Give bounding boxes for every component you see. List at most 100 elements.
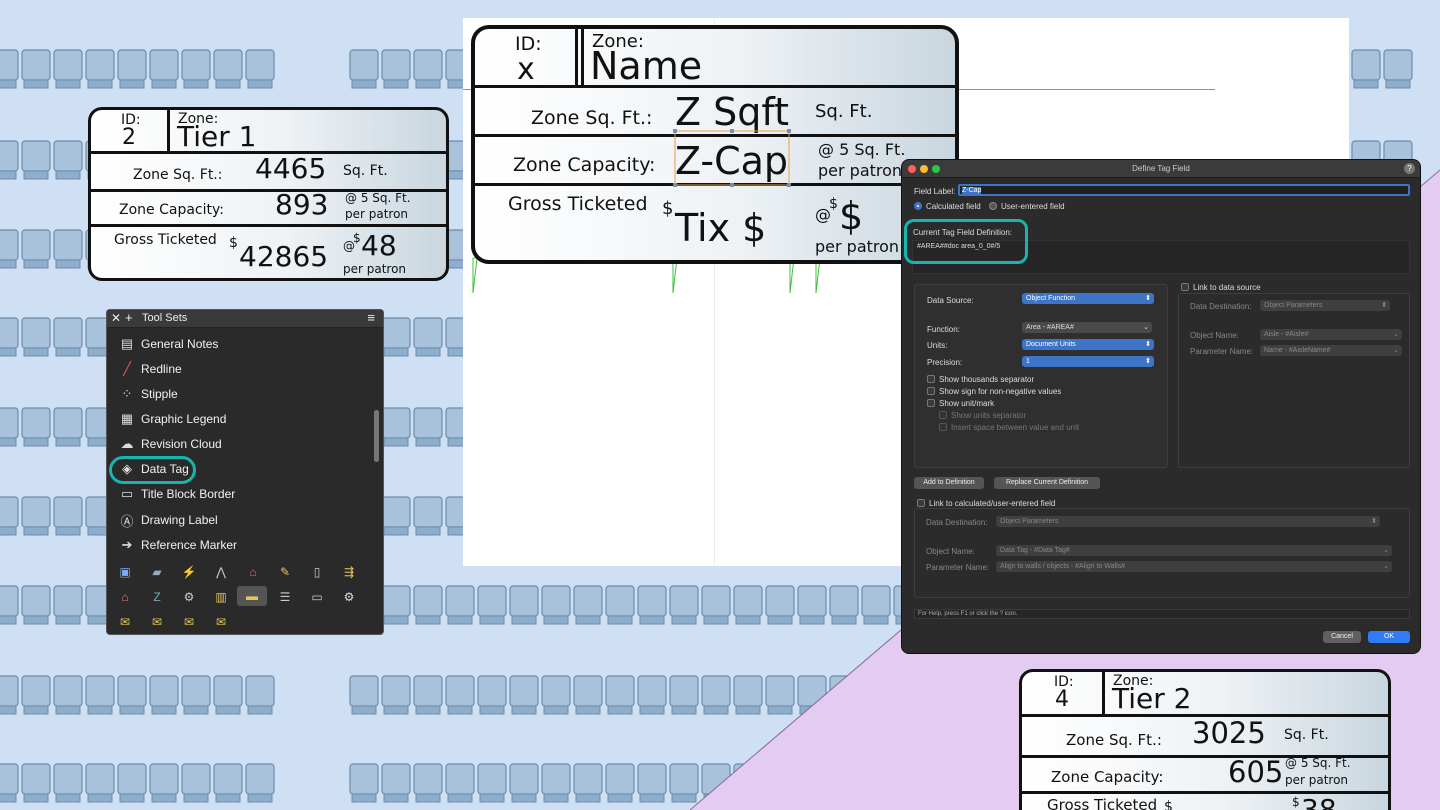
tag-gross-currency: $	[229, 235, 238, 251]
data-tag-highlight	[109, 456, 196, 484]
units-select[interactable]: Document Units ⬍	[1022, 339, 1154, 350]
toolset-stipple[interactable]: ⁘ Stipple	[117, 383, 372, 405]
tool-icon[interactable]: ⚡	[177, 562, 201, 582]
plus-icon[interactable]: +	[125, 310, 133, 325]
tool-icon[interactable]: ▣	[113, 562, 137, 582]
ok-button[interactable]: OK	[1368, 631, 1410, 643]
object-name2-label: Object Name:	[926, 547, 975, 556]
tag-per-value: 48	[361, 229, 397, 262]
redline-icon: ╱	[123, 361, 131, 376]
parameter-name2-select[interactable]: Align to walls / objects - #Align to Wal…	[996, 561, 1392, 572]
tag-capacity-value: 605	[1228, 755, 1284, 789]
tool-icon[interactable]: ⋀	[209, 562, 233, 582]
link-calculated-checkbox[interactable]	[917, 499, 925, 507]
tool-icon[interactable]: ✉	[177, 612, 201, 632]
reference-marker-icon: ➔	[121, 537, 133, 552]
scrollbar[interactable]	[374, 410, 379, 462]
tool-grid: ▣ ▰ ⚡ ⋀ ⌂ ✎ ▯ ⇶ ⌂ Z ⚙ ▥ ▬ ☰ ▭ ⚙ ✉ ✉ ✉ ✉	[107, 560, 385, 636]
toolset-redline[interactable]: ╱ Redline	[117, 358, 372, 380]
tool-icon[interactable]: ⚙	[177, 587, 201, 607]
tool-sets-palette[interactable]: ✕ + Tool Sets ≡ ▤ General Notes ╱ Redline …	[106, 309, 384, 635]
show-unit-checkbox[interactable]	[927, 399, 935, 407]
close-icon[interactable]: ✕	[111, 311, 121, 325]
cancel-button[interactable]: Cancel	[1323, 631, 1361, 643]
tag-id-value: 4	[1055, 687, 1069, 712]
data-tag-tier-1[interactable]: ID: 2 Zone: Tier 1 Zone Sq. Ft.: 4465 Sq…	[88, 107, 449, 281]
tag-gross-value: 42865	[239, 240, 329, 273]
show-sign-checkbox[interactable]	[927, 387, 935, 395]
tag-sqft-value: 3025	[1192, 716, 1266, 750]
add-to-definition-button[interactable]: Add to Definition	[914, 477, 984, 489]
tool-icon[interactable]: ⌂	[113, 587, 137, 607]
tool-icon[interactable]: Z	[145, 587, 169, 607]
title-block-icon: ▭	[120, 486, 134, 501]
toolset-graphic-legend[interactable]: ▦ Graphic Legend	[117, 408, 372, 430]
show-sign-label: Show sign for non-negative values	[939, 387, 1062, 396]
help-text-bar: For Help, press F1 or click the ? icon.	[914, 609, 1410, 619]
precision-select[interactable]: 1 ⬍	[1022, 356, 1154, 367]
legend-icon: ▦	[120, 411, 134, 426]
toolset-revision-cloud[interactable]: ☁ Revision Cloud	[117, 433, 372, 455]
thousands-separator-checkbox[interactable]	[927, 375, 935, 383]
units-separator-checkbox[interactable]	[939, 411, 947, 419]
field-label-input[interactable]: Z-Cap	[958, 184, 1410, 196]
data-source-select[interactable]: Object Function ⬍	[1022, 293, 1154, 304]
radio-user-entered[interactable]	[989, 202, 997, 210]
tool-icon[interactable]: ☰	[273, 587, 297, 607]
data-destination2-select[interactable]: Object Parameters ⬍	[996, 516, 1380, 527]
dialog-titlebar[interactable]: Define Tag Field ?	[902, 160, 1420, 178]
data-destination-select[interactable]: Object Parameters ⬍	[1260, 300, 1390, 311]
link-data-source-label: Link to data source	[1193, 283, 1261, 292]
units-separator-label: Show units separator	[951, 411, 1027, 420]
tool-icon[interactable]: ⇶	[337, 562, 361, 582]
object-name2-select[interactable]: Data Tag - #Data Tag# ⌄	[996, 545, 1392, 556]
tag-sqft-value: 4465	[255, 152, 327, 185]
radio-calculated[interactable]	[914, 202, 922, 210]
data-tag-template[interactable]: ID: x Zone: Name Zone Sq. Ft.: Z Sqft Sq…	[471, 25, 959, 264]
tool-icon[interactable]: ✉	[113, 612, 137, 632]
link-data-source-checkbox[interactable]	[1181, 283, 1189, 291]
tool-icon[interactable]: ▬	[237, 586, 267, 606]
tag-sqft-unit: Sq. Ft.	[343, 163, 388, 179]
tool-icon[interactable]: ▰	[145, 562, 169, 582]
object-name-select[interactable]: Aisle - #Aisle# ⌄	[1260, 329, 1402, 340]
data-tag-tier-2[interactable]: ID: 4 Zone: Tier 2 Zone Sq. Ft.: 3025 Sq…	[1019, 669, 1391, 810]
toolset-title-block-border[interactable]: ▭ Title Block Border	[117, 483, 372, 505]
tool-icon[interactable]: ▯	[305, 562, 329, 582]
menu-icon[interactable]: ≡	[367, 310, 375, 325]
replace-current-definition-button[interactable]: Replace Current Definition	[994, 477, 1100, 489]
tag-per-currency: $	[353, 231, 361, 245]
stipple-icon: ⁘	[121, 386, 133, 401]
parameter-name-label: Parameter Name:	[1190, 347, 1254, 356]
tool-icon[interactable]: ✎	[273, 562, 297, 582]
link-calculated-label: Link to calculated/user-entered field	[929, 499, 1056, 508]
dialog-title: Define Tag Field	[1132, 164, 1190, 173]
parameter-name2-label: Parameter Name:	[926, 563, 990, 572]
tool-icon[interactable]: ⌂	[241, 562, 265, 582]
tool-icon[interactable]: ✉	[145, 612, 169, 632]
tool-icon[interactable]: ▭	[305, 587, 329, 607]
palette-titlebar[interactable]: ✕ + Tool Sets ≡	[107, 310, 383, 328]
help-icon[interactable]: ?	[1404, 163, 1415, 174]
toolset-general-notes[interactable]: ▤ General Notes	[117, 333, 372, 355]
define-tag-field-dialog[interactable]: Define Tag Field ? Field Label: Z-Cap Ca…	[901, 159, 1421, 654]
tool-icon[interactable]: ✉	[209, 612, 233, 632]
toolset-reference-marker[interactable]: ➔ Reference Marker	[117, 534, 372, 556]
radio-user-entered-label: User-entered field	[1001, 202, 1065, 211]
notes-icon: ▤	[120, 336, 134, 351]
selection-handles	[673, 129, 791, 187]
tag-capacity-note2: per patron	[1285, 773, 1349, 787]
parameter-name-select[interactable]: Name - #AisleName# ⌄	[1260, 345, 1402, 356]
radio-calculated-label: Calculated field	[926, 202, 981, 211]
toolset-drawing-label[interactable]: Ⓐ Drawing Label	[117, 509, 372, 531]
definition-highlight	[904, 219, 1028, 264]
tag-capacity-label: Zone Capacity:	[119, 202, 224, 218]
tag-per-currency: $	[1292, 795, 1300, 809]
insert-space-checkbox[interactable]	[939, 423, 947, 431]
tool-icon[interactable]: ▥	[209, 587, 233, 607]
gear-icon[interactable]: ⚙	[337, 587, 361, 607]
data-source-label: Data Source:	[927, 296, 974, 305]
tag-capacity-label: Zone Capacity:	[1051, 768, 1164, 786]
function-select[interactable]: Area - #AREA# ⌄	[1022, 322, 1152, 333]
data-destination-label: Data Destination:	[1190, 302, 1252, 311]
